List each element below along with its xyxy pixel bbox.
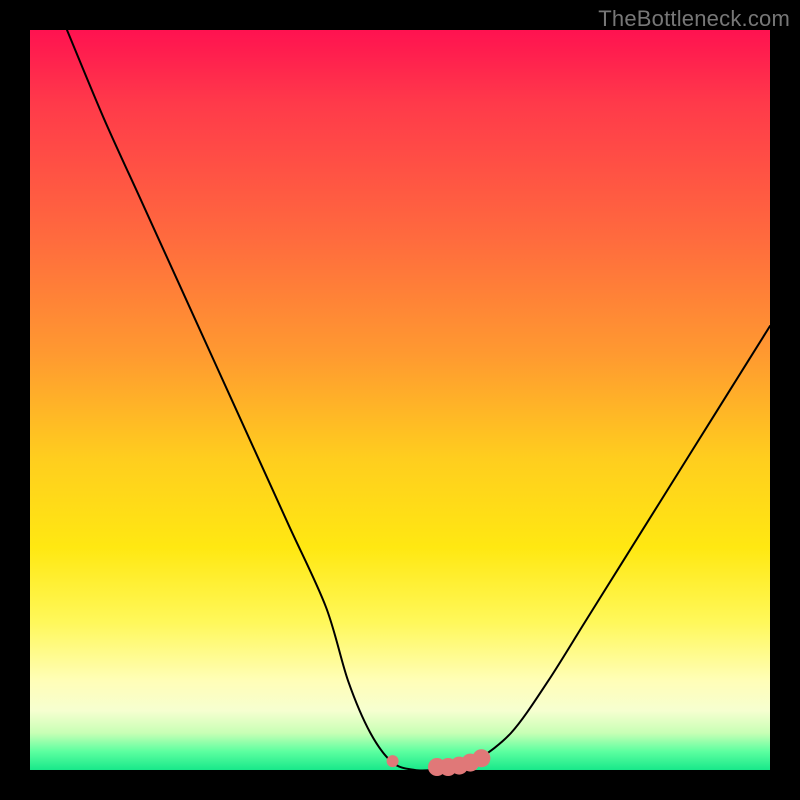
valley-dot: [387, 755, 399, 767]
valley-dot: [472, 749, 490, 767]
chart-frame: TheBottleneck.com: [0, 0, 800, 800]
curve-svg: [30, 30, 770, 770]
valley-dots: [387, 749, 491, 776]
bottleneck-curve: [67, 30, 770, 771]
watermark-text: TheBottleneck.com: [598, 6, 790, 32]
plot-area: [30, 30, 770, 770]
